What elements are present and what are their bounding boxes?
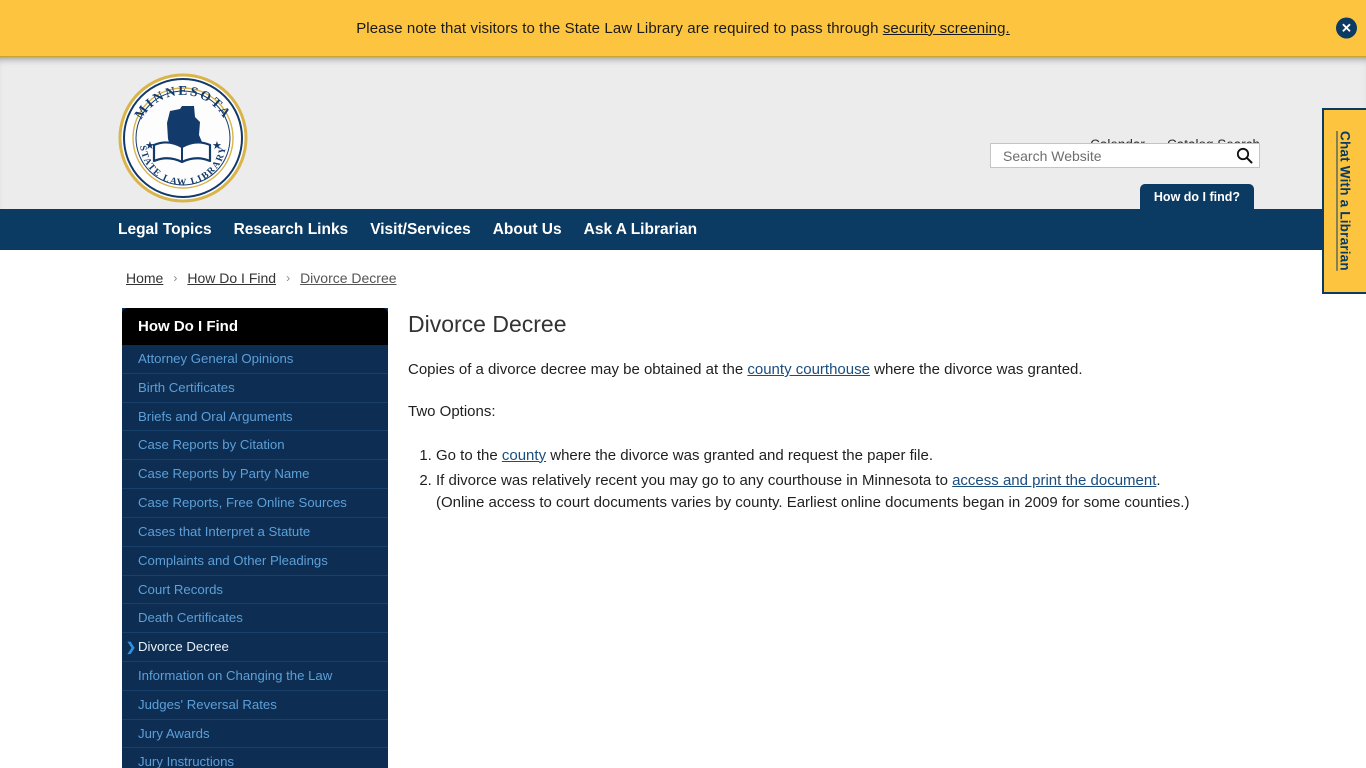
sidebar-item-label: Jury Awards [138, 725, 210, 741]
options-list: Go to the county where the divorce was g… [408, 445, 1246, 514]
sidebar-item-label: Briefs and Oral Arguments [138, 408, 293, 424]
breadcrumb: Home › How Do I Find › Divorce Decree [0, 250, 1366, 286]
state-law-library-seal-icon: ★ ★ MINNESOTA STATE LAW LIBRARY [118, 73, 248, 203]
sidebar-item-jury-awards[interactable]: Jury Awards [122, 719, 388, 749]
chevron-right-icon: › [286, 271, 291, 285]
breadcrumb-home[interactable]: Home [126, 270, 163, 286]
nav-research-links[interactable]: Research Links [234, 221, 349, 239]
alert-text-before: Please note that visitors to the State L… [356, 19, 883, 37]
close-icon[interactable]: ✕ [1336, 17, 1357, 39]
county-link[interactable]: county [502, 447, 546, 464]
breadcrumb-how-do-i-find[interactable]: How Do I Find [187, 270, 276, 286]
sidebar-item-label: Information on Changing the Law [138, 667, 333, 683]
breadcrumb-current: Divorce Decree [300, 270, 397, 286]
sidebar-item-list: Attorney General Opinions Birth Certifica… [122, 345, 388, 768]
sidebar-item-case-reports-by-party-name[interactable]: Case Reports by Party Name [122, 460, 388, 490]
sidebar-item-label: Death Certificates [138, 610, 243, 626]
list-item: Go to the county where the divorce was g… [436, 445, 1246, 467]
sidebar-item-label: Cases that Interpret a Statute [138, 523, 311, 539]
sidebar-item-label: Court Records [138, 581, 224, 597]
page-body: How Do I Find Attorney General Opinions B… [0, 286, 1366, 768]
site-logo[interactable]: ★ ★ MINNESOTA STATE LAW LIBRARY [118, 73, 248, 203]
nav-visit-services[interactable]: Visit/Services [370, 221, 471, 239]
sidebar-item-case-reports-free-online-sources[interactable]: Case Reports, Free Online Sources [122, 489, 388, 518]
site-search[interactable] [990, 143, 1260, 168]
option1-text-after: where the divorce was granted and reques… [546, 446, 933, 464]
page-title: Divorce Decree [408, 311, 567, 337]
sidebar-item-case-reports-by-citation[interactable]: Case Reports by Citation [122, 431, 388, 461]
chevron-right-icon: ❯ [126, 639, 137, 654]
sidebar: How Do I Find Attorney General Opinions B… [122, 308, 388, 768]
sidebar-item-court-records[interactable]: Court Records [122, 575, 388, 605]
nav-ask-a-librarian[interactable]: Ask A Librarian [584, 221, 697, 239]
nav-about-us[interactable]: About Us [493, 221, 562, 239]
sidebar-item-label: Attorney General Opinions [138, 351, 294, 366]
chat-with-librarian-tab[interactable]: Chat With a Librarian [1322, 108, 1366, 294]
sidebar-item-label: Case Reports by Citation [138, 437, 285, 453]
sidebar-item-jury-instructions[interactable]: Jury Instructions [122, 748, 388, 768]
intro-text-before: Copies of a divorce decree may be obtain… [408, 361, 748, 378]
intro-paragraph: Copies of a divorce decree may be obtain… [408, 360, 1246, 380]
sidebar-item-divorce-decree[interactable]: ❯ Divorce Decree [122, 633, 388, 662]
sidebar-item-information-on-changing-the-law[interactable]: Information on Changing the Law [122, 661, 388, 691]
how-do-i-find-button[interactable]: How do I find? [1139, 184, 1254, 209]
sidebar-item-label: Birth Certificates [138, 379, 235, 395]
sidebar-item-label: Jury Instructions [138, 754, 235, 768]
sidebar-item-label: Divorce Decree [138, 639, 229, 655]
sidebar-item-label: Complaints and Other Pleadings [138, 552, 328, 568]
sidebar-item-judges-reversal-rates[interactable]: Judges' Reversal Rates [122, 690, 388, 720]
site-header: ★ ★ MINNESOTA STATE LAW LIBRARY Calendar… [0, 57, 1366, 209]
option2-text-before: If divorce was relatively recent you may… [436, 472, 953, 490]
option1-text-before: Go to the [436, 446, 502, 464]
alert-message: Please note that visitors to the State L… [356, 20, 1010, 37]
nav-legal-topics[interactable]: Legal Topics [118, 221, 212, 239]
search-input[interactable] [1001, 146, 1236, 165]
sidebar-item-attorney-general-opinions[interactable]: Attorney General Opinions [122, 345, 388, 374]
option2-note: (Online access to court documents varies… [436, 494, 1190, 511]
county-courthouse-link[interactable]: county courthouse [747, 361, 870, 378]
alert-banner: Please note that visitors to the State L… [0, 0, 1366, 57]
main-navigation: Legal Topics Research Links Visit/Servic… [0, 209, 1366, 250]
search-icon[interactable] [1236, 147, 1253, 164]
sidebar-item-label: Judges' Reversal Rates [138, 696, 277, 712]
security-screening-link[interactable]: security screening. [883, 20, 1010, 37]
sidebar-title: How Do I Find [122, 308, 388, 345]
options-heading: Two Options: [408, 403, 496, 421]
option2-text-after: . [1156, 472, 1161, 490]
intro-text-after: where the divorce was granted. [869, 361, 1083, 378]
sidebar-item-birth-certificates[interactable]: Birth Certificates [122, 373, 388, 403]
chevron-right-icon: › [173, 271, 178, 285]
sidebar-item-briefs-and-oral-arguments[interactable]: Briefs and Oral Arguments [122, 402, 388, 432]
sidebar-item-label: Case Reports, Free Online Sources [138, 495, 347, 511]
sidebar-item-cases-that-interpret-a-statute[interactable]: Cases that Interpret a Statute [122, 517, 388, 547]
main-content: Divorce Decree Copies of a divorce decre… [408, 308, 1366, 768]
access-print-document-link[interactable]: access and print the document [952, 472, 1156, 489]
sidebar-item-label: Case Reports by Party Name [138, 466, 310, 482]
sidebar-item-death-certificates[interactable]: Death Certificates [122, 604, 388, 634]
sidebar-item-complaints-and-other-pleadings[interactable]: Complaints and Other Pleadings [122, 546, 388, 576]
list-item: If divorce was relatively recent you may… [436, 470, 1246, 514]
chat-with-librarian-label: Chat With a Librarian [1337, 131, 1353, 271]
